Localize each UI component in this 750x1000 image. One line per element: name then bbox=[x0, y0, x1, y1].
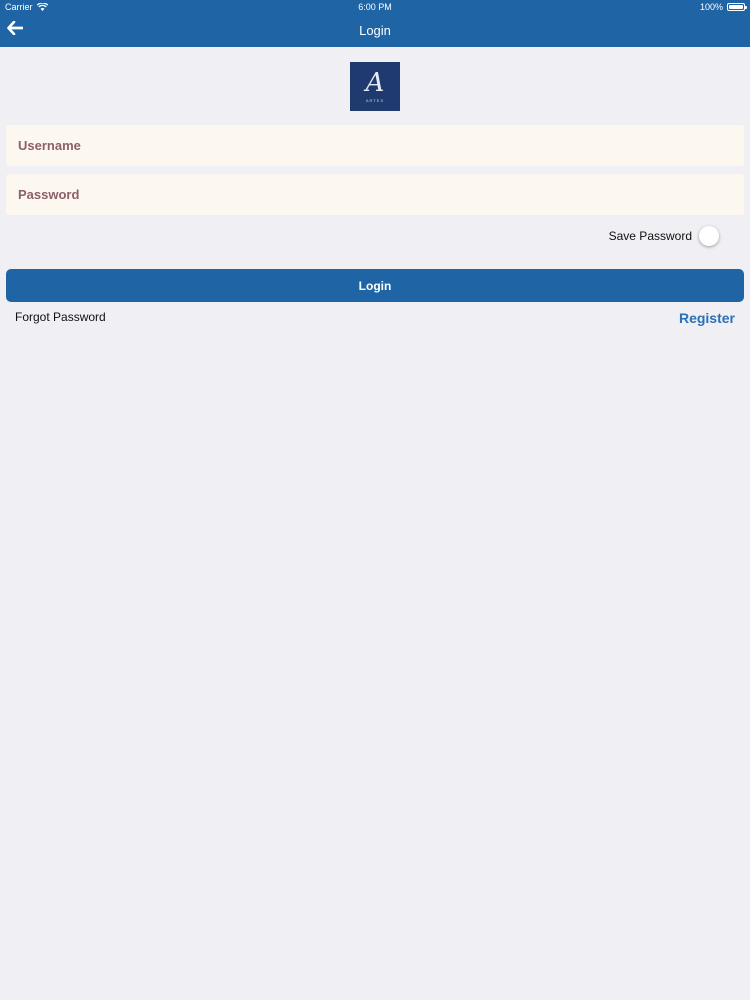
battery-percent: 100% bbox=[699, 2, 723, 12]
arrow-left-icon bbox=[7, 20, 24, 40]
nav-bar: Login bbox=[0, 14, 750, 47]
login-button[interactable]: Login bbox=[6, 269, 744, 302]
register-link[interactable]: Register bbox=[679, 310, 735, 326]
status-time: 6:00 PM bbox=[358, 2, 392, 12]
app-logo: A ARTES bbox=[350, 62, 400, 111]
password-field-container bbox=[6, 174, 744, 215]
logo-mark: A bbox=[365, 68, 385, 98]
logo-text: ARTES bbox=[365, 98, 385, 103]
forgot-password-link[interactable]: Forgot Password bbox=[15, 310, 106, 324]
password-input[interactable] bbox=[6, 174, 744, 215]
toggle-knob bbox=[699, 226, 719, 246]
page-title: Login bbox=[359, 23, 391, 38]
username-field-container bbox=[6, 125, 744, 166]
save-password-label: Save Password bbox=[608, 229, 692, 243]
status-bar: Carrier 6:00 PM 100% bbox=[0, 0, 750, 14]
back-button[interactable] bbox=[4, 19, 26, 41]
status-right: 100% bbox=[699, 0, 747, 14]
save-password-toggle[interactable] bbox=[697, 224, 727, 248]
username-input[interactable] bbox=[6, 125, 744, 166]
battery-icon bbox=[727, 3, 747, 11]
